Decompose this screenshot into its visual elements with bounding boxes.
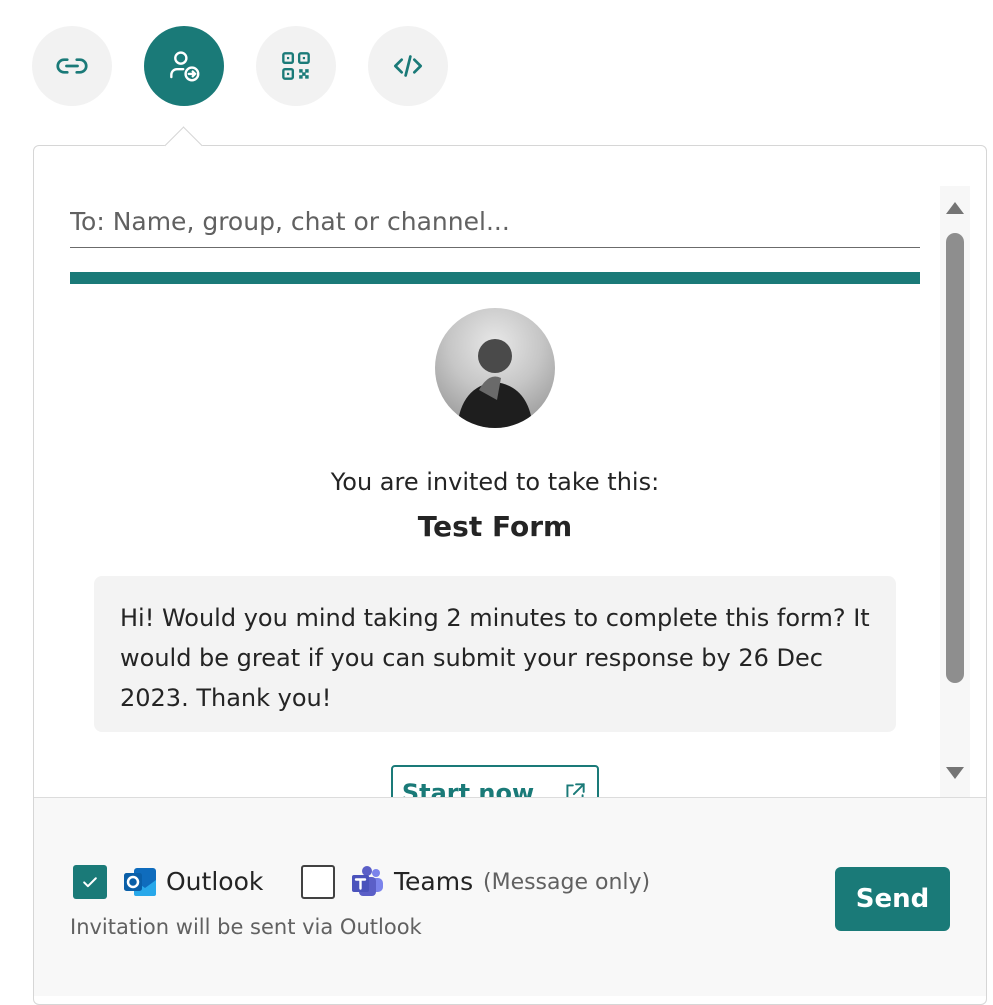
invite-text: You are invited to take this: — [330, 468, 660, 496]
start-now-label: Start now — [401, 779, 535, 797]
link-icon — [56, 58, 88, 74]
teams-icon — [352, 866, 383, 896]
avatar-photo — [457, 339, 533, 428]
teams-label: Teams — [394, 867, 474, 896]
open-external-icon — [566, 783, 585, 797]
embed-code-button[interactable] — [368, 26, 448, 106]
send-footer: Outlook Teams (Message only) Invitation … — [34, 797, 986, 996]
scroll-up-arrow-icon[interactable] — [946, 202, 964, 214]
avatar — [435, 308, 555, 428]
preview-scrollbar[interactable] — [940, 186, 970, 798]
recipient-input[interactable] — [70, 196, 920, 248]
delivery-hint: Invitation will be sent via Outlook — [70, 915, 422, 939]
send-button[interactable]: Send — [835, 867, 950, 931]
qr-code-icon — [282, 52, 310, 80]
start-now-button[interactable]: Start now — [391, 765, 599, 797]
form-title: Test Form — [417, 510, 573, 543]
outlook-label: Outlook — [166, 867, 264, 896]
copy-link-button[interactable] — [32, 26, 112, 106]
outlook-checkbox[interactable] — [73, 865, 107, 899]
preview-accent-bar — [70, 272, 920, 284]
checkmark-icon — [83, 877, 97, 888]
outlook-icon — [124, 868, 156, 896]
scroll-down-arrow-icon[interactable] — [946, 767, 964, 779]
scroll-thumb[interactable] — [946, 233, 964, 683]
invite-message: Hi! Would you mind taking 2 minutes to c… — [94, 576, 896, 732]
teams-note: (Message only) — [483, 870, 651, 895]
teams-checkbox[interactable] — [301, 865, 335, 899]
invite-person-icon — [170, 51, 200, 82]
qr-code-button[interactable] — [256, 26, 336, 106]
embed-code-icon — [393, 55, 423, 77]
email-preview: You are invited to take this: Test Form … — [34, 250, 940, 797]
invite-people-button[interactable] — [144, 26, 224, 106]
